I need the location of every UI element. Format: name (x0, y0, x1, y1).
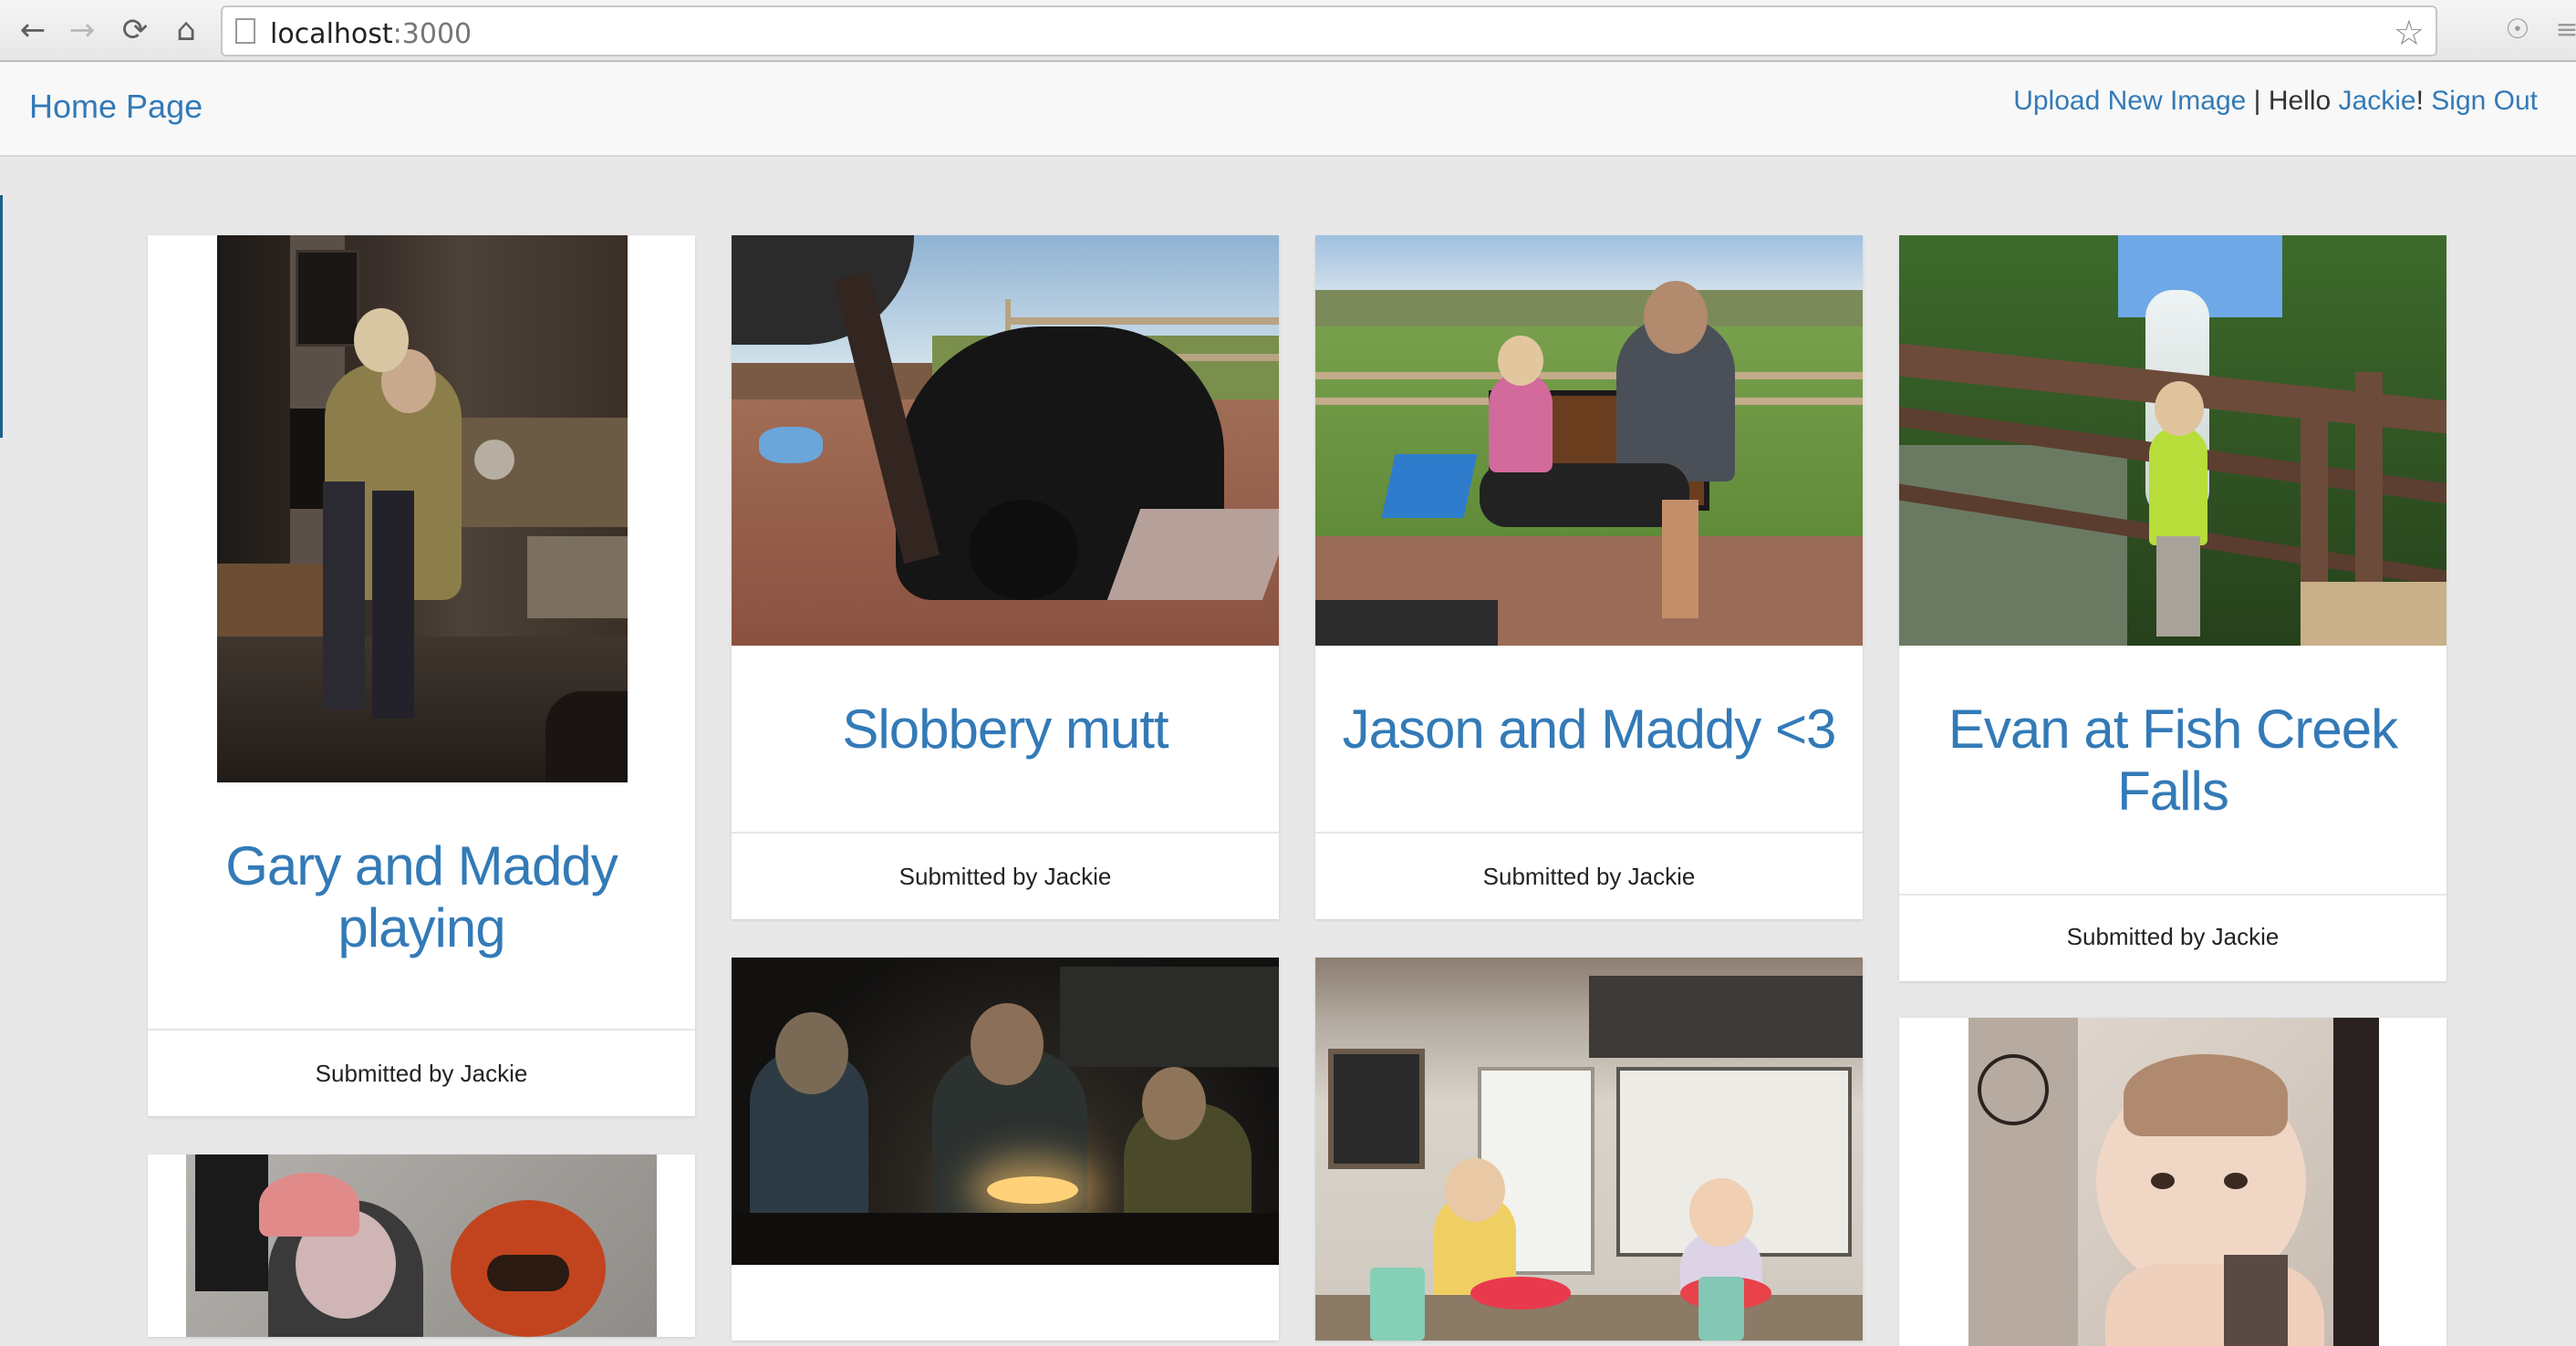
navbar-separator: | (2253, 86, 2261, 116)
card-title-line[interactable]: Gary and Maddy (148, 835, 695, 897)
card-divider (148, 1029, 695, 1030)
upload-new-image-link[interactable]: Upload New Image (2013, 86, 2246, 116)
image-card[interactable] (1899, 1018, 2446, 1346)
card-title-line[interactable]: Falls (1899, 761, 2446, 823)
card-photo[interactable] (1899, 235, 2446, 646)
card-photo[interactable] (217, 235, 628, 782)
home-icon[interactable]: ⌂ (166, 9, 206, 51)
url-port: :3000 (392, 18, 473, 50)
card-photo[interactable] (186, 1154, 657, 1337)
reload-icon[interactable]: ⟳ (115, 9, 155, 51)
card-photo[interactable] (732, 958, 1279, 1265)
image-card[interactable]: Slobbery mutt Submitted by Jackie (732, 235, 1279, 919)
card-submitted-by: Submitted by Jackie (898, 863, 1112, 890)
card-submitted-by: Submitted by Jackie (1482, 863, 1696, 890)
card-divider (1315, 832, 1863, 833)
window-edge (0, 195, 3, 438)
page-icon (235, 18, 255, 44)
user-link[interactable]: Jackie (2339, 86, 2416, 116)
address-bar[interactable]: localhost:3000 ☆ (221, 5, 2437, 57)
home-page-link[interactable]: Home Page (29, 88, 203, 126)
card-submitted-by: Submitted by Jackie (2066, 923, 2280, 950)
site-navbar: Home Page Upload New Image | Hello Jacki… (0, 62, 2576, 157)
bookmark-star-icon[interactable]: ☆ (2394, 13, 2425, 53)
menu-icon[interactable]: ≡ (2550, 13, 2576, 46)
image-card[interactable] (148, 1154, 695, 1337)
card-title[interactable]: Evan at Fish Creek Falls (1899, 699, 2446, 823)
image-card[interactable]: Evan at Fish Creek Falls Submitted by Ja… (1899, 235, 2446, 981)
card-submitted-by: Submitted by Jackie (315, 1060, 528, 1087)
forward-arrow-icon[interactable]: → (62, 9, 102, 51)
card-photo[interactable] (1315, 235, 1863, 646)
card-title-line[interactable]: Evan at Fish Creek (1899, 699, 2446, 761)
image-card[interactable] (732, 958, 1279, 1341)
url-host: localhost (270, 18, 393, 50)
browser-toolbar: ← → ⟳ ⌂ localhost:3000 ☆ ☉ ≡ (0, 0, 2576, 62)
navbar-right: Upload New Image | Hello Jackie! Sign Ou… (2013, 86, 2538, 117)
card-photo[interactable] (732, 235, 1279, 646)
card-title-line[interactable]: playing (148, 897, 695, 959)
hello-text: Hello (2268, 86, 2332, 116)
card-divider (1899, 894, 2446, 896)
extension-icon[interactable]: ☉ (2501, 13, 2534, 46)
card-photo[interactable] (1968, 1018, 2379, 1346)
exclaim-text: ! (2415, 86, 2424, 116)
image-card[interactable]: Gary and Maddy playing Submitted by Jack… (148, 235, 695, 1116)
url-text: localhost:3000 (270, 18, 472, 50)
card-title[interactable]: Jason and Maddy <3 (1315, 699, 1863, 761)
card-title[interactable]: Slobbery mutt (732, 699, 1279, 761)
back-arrow-icon[interactable]: ← (13, 9, 53, 51)
image-card[interactable] (1315, 958, 1863, 1341)
card-photo[interactable] (1315, 958, 1863, 1341)
card-title[interactable]: Gary and Maddy playing (148, 835, 695, 959)
sign-out-link[interactable]: Sign Out (2431, 86, 2538, 116)
image-card[interactable]: Jason and Maddy <3 Submitted by Jackie (1315, 235, 1863, 919)
card-divider (732, 832, 1279, 833)
